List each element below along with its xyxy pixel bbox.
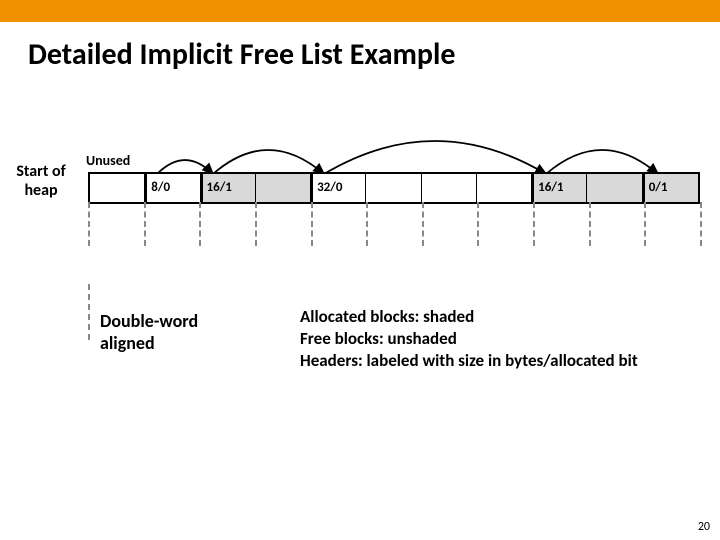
header-label: 16/1 [207, 180, 232, 195]
word-tick [255, 202, 257, 246]
accent-bar [0, 0, 720, 22]
block-body-cell [256, 174, 311, 202]
start-of-heap-text: Start of heap [16, 162, 65, 200]
block-header-3: 32/0 [311, 174, 366, 202]
block-header-5: 0/1 [643, 174, 698, 202]
block-body-cell [366, 174, 421, 202]
legend-free: Free blocks: unshaded [300, 328, 700, 350]
legend-alloc: Allocated blocks: shaded [300, 306, 700, 328]
page-number: 20 [698, 520, 710, 534]
word-tick [533, 202, 535, 246]
word-tick [311, 202, 313, 246]
block-header-4: 16/1 [532, 174, 587, 202]
block-header-1: 8/0 [145, 174, 200, 202]
word-tick [88, 202, 90, 246]
heap-diagram: Start of heap Unused 8/0 16/1 32/0 16/1 0/1 [0, 130, 720, 330]
header-label: 8/0 [151, 180, 170, 195]
word-tick [477, 202, 479, 246]
alignment-ticks [88, 202, 700, 246]
start-of-heap-label: Start of heap [6, 162, 76, 200]
word-tick [422, 202, 424, 246]
word-tick [366, 202, 368, 246]
dw-line1: Double-word aligned [100, 310, 220, 354]
block-body-cell [587, 174, 642, 202]
word-tick [589, 202, 591, 246]
double-word-aligned-label: Double-word aligned [100, 310, 220, 354]
header-label: 16/1 [538, 180, 563, 195]
block-header-2: 16/1 [201, 174, 256, 202]
word-tick [199, 202, 201, 246]
legend-headers: Headers: labeled with size in bytes/allo… [300, 350, 700, 372]
page-title: Detailed Implicit Free List Example [28, 36, 720, 73]
header-label: 0/1 [649, 180, 668, 195]
heap-row: 8/0 16/1 32/0 16/1 0/1 [88, 172, 700, 204]
header-label: 32/0 [317, 180, 342, 195]
legend-right: Allocated blocks: shaded Free blocks: un… [300, 306, 700, 372]
word-tick [700, 202, 702, 246]
word-tick [644, 202, 646, 246]
double-word-tick [88, 284, 90, 340]
block-body-cell [477, 174, 532, 202]
block-header-0 [90, 174, 145, 202]
block-body-cell [422, 174, 477, 202]
unused-label: Unused [86, 152, 130, 169]
word-tick [144, 202, 146, 246]
